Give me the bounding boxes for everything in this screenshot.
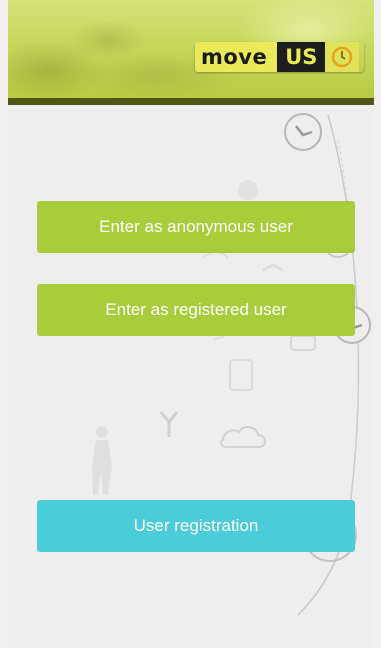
logo-move-text: move xyxy=(195,42,278,72)
user-registration-label: User registration xyxy=(133,516,259,535)
clock-logo-icon xyxy=(325,42,360,72)
app-logo: move US xyxy=(195,42,364,72)
user-registration-button[interactable]: User registration xyxy=(37,500,355,552)
enter-anonymous-button[interactable]: Enter as anonymous user xyxy=(37,201,355,253)
enter-registered-button[interactable]: Enter as registered user xyxy=(37,284,355,336)
header-banner: move US xyxy=(8,0,374,98)
app-screen: move US Enter as anonymous user Enter as… xyxy=(8,0,374,648)
header-divider xyxy=(8,98,374,105)
enter-anonymous-label: Enter as anonymous user xyxy=(99,217,293,236)
logo-us-text: US xyxy=(277,42,326,72)
enter-registered-label: Enter as registered user xyxy=(105,300,287,319)
